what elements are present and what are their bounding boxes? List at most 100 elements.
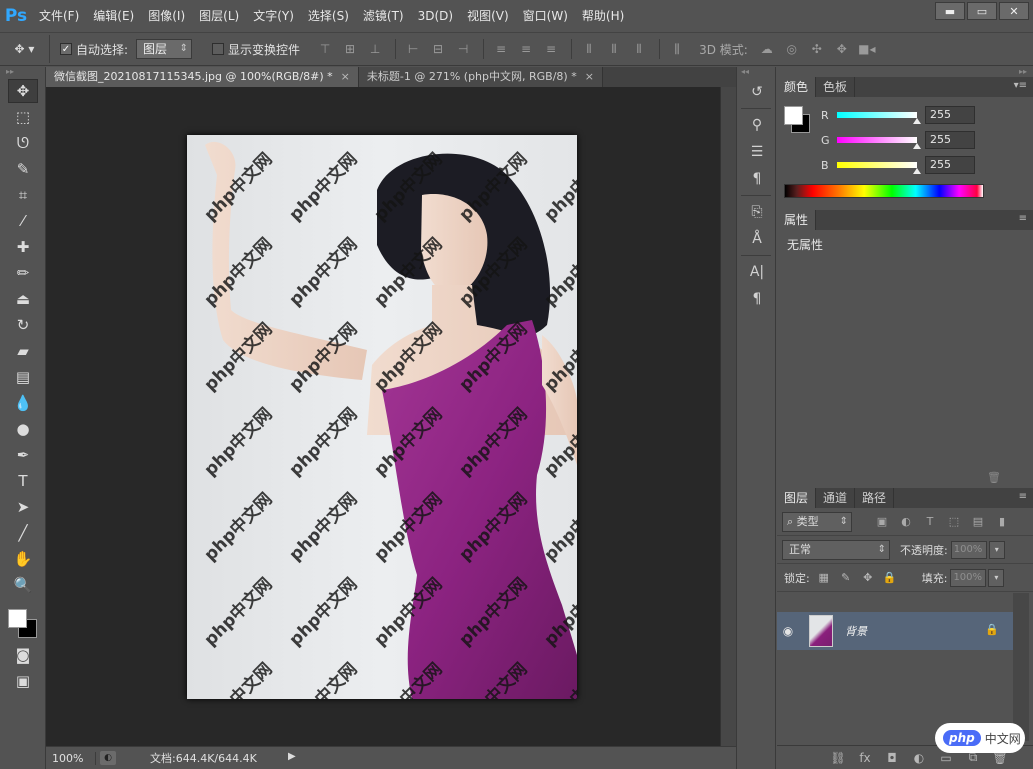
gradient-tool-icon[interactable]: ▤	[8, 365, 38, 389]
3d-slide-icon[interactable]: ✥	[831, 39, 853, 59]
add-mask-icon[interactable]: ◘	[882, 751, 902, 765]
pixel-filter-icon[interactable]: ▣	[874, 514, 890, 530]
green-slider-thumb[interactable]	[913, 143, 921, 149]
link-layers-icon[interactable]: ⛓	[828, 751, 848, 765]
character-panel-icon[interactable]: A|	[742, 260, 772, 284]
menu-edit[interactable]: 编辑(E)	[86, 0, 141, 32]
dock-grip[interactable]: ◂◂	[737, 67, 775, 77]
restore-button[interactable]: ▭	[967, 2, 997, 20]
menu-3d[interactable]: 3D(D)	[411, 0, 460, 32]
menu-filter[interactable]: 滤镜(T)	[356, 0, 411, 32]
quick-select-tool-icon[interactable]: ✎	[8, 157, 38, 181]
fill-arrow-icon[interactable]: ▾	[988, 568, 1005, 587]
blend-mode-dropdown[interactable]: 正常	[782, 539, 890, 560]
quick-mask-icon[interactable]: ◙	[8, 643, 38, 667]
history-panel-icon[interactable]: ↺	[742, 80, 772, 104]
lock-position-icon[interactable]: ✥	[860, 570, 876, 586]
properties-trash-icon[interactable]: 🗑	[987, 471, 1001, 484]
align-left-icon[interactable]: ⊢	[402, 39, 424, 59]
tab-color[interactable]: 颜色	[777, 77, 817, 97]
eraser-tool-icon[interactable]: ▰	[8, 339, 38, 363]
distribute-top-icon[interactable]: ≡	[490, 39, 512, 59]
lock-transparency-icon[interactable]: ▦	[816, 570, 832, 586]
menu-image[interactable]: 图像(I)	[141, 0, 192, 32]
3d-scale-icon[interactable]: ■◂	[856, 39, 878, 59]
close-tab-icon[interactable]: ×	[341, 70, 350, 83]
smart-object-filter-icon[interactable]: ▤	[970, 514, 986, 530]
dodge-tool-icon[interactable]: ●	[8, 417, 38, 441]
close-button[interactable]: ✕	[999, 2, 1029, 20]
eye-icon[interactable]: ◉	[777, 624, 799, 638]
clone-source-icon[interactable]: ⎘	[742, 200, 772, 224]
eyedropper-tool-icon[interactable]: ⁄	[8, 209, 38, 233]
color-spectrum-bar[interactable]	[784, 184, 984, 198]
brush-panel-icon[interactable]: ⚲	[742, 113, 772, 137]
healing-brush-tool-icon[interactable]: ✚	[8, 235, 38, 259]
status-info-icon[interactable]: ◐	[100, 751, 116, 765]
tab-document-2[interactable]: 未标题-1 @ 271% (php中文网, RGB/8) * ×	[358, 67, 603, 87]
layers-scrollbar[interactable]	[1013, 593, 1029, 741]
character-styles-icon[interactable]: Å	[742, 227, 772, 251]
menu-window[interactable]: 窗口(W)	[516, 0, 575, 32]
zoom-tool-icon[interactable]: 🔍	[8, 573, 38, 597]
auto-select-target-dropdown[interactable]: 图层	[136, 39, 193, 59]
distribute-bottom-icon[interactable]: ≡	[540, 39, 562, 59]
distribute-left-icon[interactable]: ⦀	[578, 39, 600, 59]
lock-all-icon[interactable]: 🔒	[882, 570, 898, 586]
crop-tool-icon[interactable]: ⌗	[8, 183, 38, 207]
marquee-tool-icon[interactable]: ⬚	[8, 105, 38, 129]
menu-view[interactable]: 视图(V)	[460, 0, 516, 32]
panel-collapse-grip[interactable]: ▸▸	[777, 67, 1033, 77]
opacity-field[interactable]: 100%	[950, 540, 987, 559]
layer-kind-filter[interactable]: ⌕ 类型	[782, 511, 852, 532]
adjustment-layer-icon[interactable]: ◐	[909, 751, 929, 765]
status-menu-arrow-icon[interactable]: ▶	[288, 751, 300, 765]
tab-swatches[interactable]: 色板	[816, 77, 856, 97]
history-brush-tool-icon[interactable]: ↻	[8, 313, 38, 337]
tab-layers[interactable]: 图层	[777, 488, 817, 508]
line-tool-icon[interactable]: ╱	[8, 521, 38, 545]
tab-paths[interactable]: 路径	[855, 488, 895, 508]
tab-properties[interactable]: 属性	[777, 210, 817, 230]
layer-row-background[interactable]: ◉ 背景 🔒	[777, 612, 1013, 650]
auto-select-checkbox[interactable]: ✓	[60, 43, 72, 55]
align-top-icon[interactable]: ⊤	[314, 39, 336, 59]
red-slider[interactable]	[837, 112, 921, 124]
menu-layer[interactable]: 图层(L)	[192, 0, 246, 32]
blue-slider[interactable]	[837, 162, 921, 174]
menu-help[interactable]: 帮助(H)	[575, 0, 631, 32]
3d-rotate-icon[interactable]: ☁	[756, 39, 778, 59]
vertical-scrollbar[interactable]	[720, 87, 736, 746]
panel-menu-icon[interactable]: ≡	[1019, 491, 1027, 502]
align-hcenter-icon[interactable]: ⊟	[427, 39, 449, 59]
canvas-area[interactable]: php中文网 php中文网 php中文网 php中文网 php中文网 php中文网 php中…	[46, 87, 720, 746]
foreground-color-swatch[interactable]	[8, 609, 27, 628]
show-transform-checkbox[interactable]	[212, 43, 225, 55]
pen-tool-icon[interactable]: ✒	[8, 443, 38, 467]
shape-filter-icon[interactable]: ⬚	[946, 514, 962, 530]
hand-tool-icon[interactable]: ✋	[8, 547, 38, 571]
tab-document-1[interactable]: 微信截图_20210817115345.jpg @ 100%(RGB/8#) *…	[46, 67, 359, 87]
move-tool-icon[interactable]: ✥	[8, 79, 38, 103]
move-tool-preset-icon[interactable]: ✥ ▾	[0, 35, 50, 63]
green-value-field[interactable]: 255	[925, 131, 975, 149]
layer-style-icon[interactable]: fx	[855, 751, 875, 765]
green-slider[interactable]	[837, 137, 921, 149]
menu-type[interactable]: 文字(Y)	[246, 0, 301, 32]
adjustment-filter-icon[interactable]: ◐	[898, 514, 914, 530]
3d-roll-icon[interactable]: ◎	[781, 39, 803, 59]
panel-foreground-swatch[interactable]	[784, 106, 803, 125]
lasso-tool-icon[interactable]: ᘎ	[8, 131, 38, 155]
filter-toggle-icon[interactable]: ▮	[994, 514, 1010, 530]
blue-slider-thumb[interactable]	[913, 168, 921, 174]
distribute-right-icon[interactable]: ⦀	[628, 39, 650, 59]
opacity-arrow-icon[interactable]: ▾	[988, 540, 1005, 559]
screen-mode-icon[interactable]: ▣	[8, 669, 38, 693]
clone-stamp-tool-icon[interactable]: ⏏	[8, 287, 38, 311]
document-image[interactable]: php中文网 php中文网 php中文网 php中文网 php中文网 php中文网 php中…	[187, 135, 577, 699]
type-tool-icon[interactable]: T	[8, 469, 38, 493]
close-tab-icon[interactable]: ×	[585, 70, 594, 83]
fill-field[interactable]: 100%	[950, 568, 987, 587]
red-value-field[interactable]: 255	[925, 106, 975, 124]
align-right-icon[interactable]: ⊣	[452, 39, 474, 59]
